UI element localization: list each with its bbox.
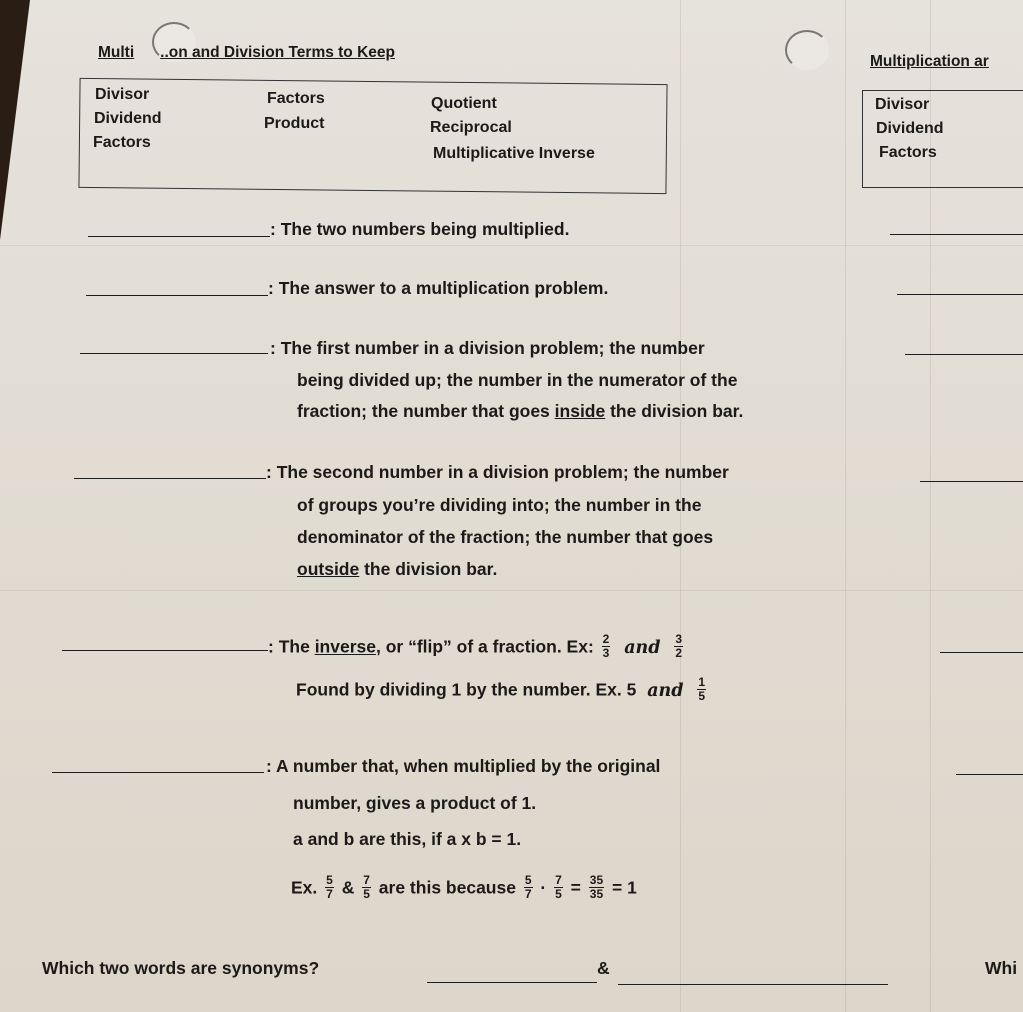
answer-blank[interactable]	[88, 236, 270, 237]
hole-punch-right	[785, 30, 829, 70]
answer-blank[interactable]	[62, 650, 268, 651]
word-bank-item: Quotient	[431, 95, 497, 112]
answer-blank[interactable]	[80, 353, 268, 354]
definition-text: Ex. 57 & 75 are this because 57 · 75 = 3…	[291, 873, 637, 901]
definition-text: Found by dividing 1 by the number. Ex. 5…	[296, 675, 707, 703]
word-bank-item: Factors	[879, 144, 937, 161]
fraction: 57	[325, 873, 334, 901]
fraction: 15	[697, 675, 707, 703]
definition-text: : The answer to a multiplication problem…	[268, 278, 609, 298]
answer-blank[interactable]	[920, 481, 1023, 482]
definition-text: : The first number in a division problem…	[270, 338, 705, 358]
fraction: 57	[523, 873, 533, 901]
answer-blank[interactable]	[940, 652, 1023, 653]
answer-blank[interactable]	[897, 294, 1023, 295]
word-bank-item: Factors	[267, 90, 325, 107]
synonym-question: Which two words are synonyms?	[42, 958, 320, 978]
fraction: 23	[601, 632, 611, 660]
answer-blank[interactable]	[74, 478, 266, 479]
right-sheet-title: Multiplication ar	[870, 53, 989, 70]
definition-text: : The two numbers being multiplied.	[270, 219, 570, 239]
left-sheet-title: Multi ..on and Division Terms to Keep	[98, 44, 395, 61]
word-bank-item: Dividend	[876, 120, 944, 137]
right-partial-question: Whi	[985, 958, 1018, 978]
definition-text: of groups you’re dividing into; the numb…	[297, 495, 702, 515]
definition-text: a and b are this, if a x b = 1.	[293, 829, 522, 849]
synonym-blank-2[interactable]	[618, 984, 888, 985]
fraction: 75	[554, 873, 563, 901]
definition-text: outside the division bar.	[297, 559, 498, 579]
synonym-ampersand: &	[597, 958, 610, 978]
answer-blank[interactable]	[905, 354, 1023, 355]
definition-text: : The second number in a division proble…	[266, 462, 729, 482]
worksheet-photo: Multi ..on and Division Terms to Keep Div…	[0, 0, 1023, 1012]
definition-text: : The inverse, or “flip” of a fraction. …	[268, 632, 684, 660]
definition-text: fraction; the number that goes inside th…	[297, 401, 744, 421]
definition-text: : A number that, when multiplied by the …	[266, 756, 661, 776]
fraction: 35 35	[588, 873, 605, 901]
word-bank-item: Divisor	[95, 86, 150, 103]
fraction: 32	[674, 632, 684, 660]
word-bank-box	[78, 77, 668, 195]
answer-blank[interactable]	[86, 295, 268, 296]
word-bank-item: Dividend	[94, 110, 162, 127]
word-bank-item: Product	[264, 115, 325, 132]
answer-blank[interactable]	[52, 772, 264, 773]
definition-text: denominator of the fraction; the number …	[297, 527, 714, 547]
word-bank-item: Reciprocal	[430, 119, 512, 136]
synonym-blank-1[interactable]	[427, 982, 597, 983]
answer-blank[interactable]	[890, 234, 1023, 235]
definition-text: number, gives a product of 1.	[293, 793, 537, 813]
word-bank-item: Divisor	[875, 96, 930, 113]
fraction: 75	[362, 873, 371, 901]
word-bank-item: Multiplicative Inverse	[433, 145, 595, 162]
word-bank-item: Factors	[93, 134, 151, 151]
answer-blank[interactable]	[956, 774, 1023, 775]
definition-text: being divided up; the number in the nume…	[297, 370, 738, 390]
